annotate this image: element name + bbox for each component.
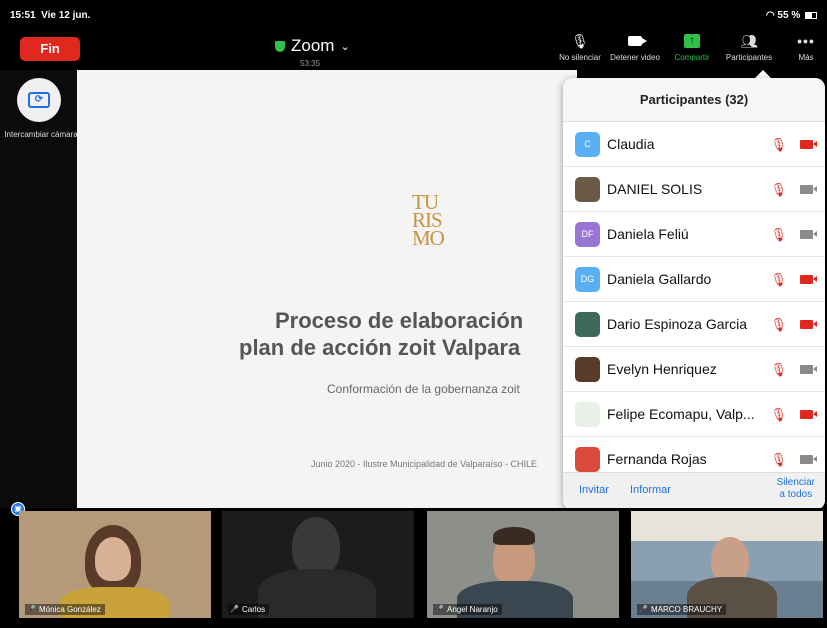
status-bar: 15:51 Vie 12 jun. ◠ 55 %	[0, 0, 827, 26]
slide-footer: Junio 2020 - Ilustre Municipalidad de Va…	[311, 459, 537, 469]
participants-list[interactable]: C Claudia 🎙︎ DANIEL SOLIS 🎙︎ DF Daniela Feliú 🎙…	[563, 122, 825, 472]
participant-row[interactable]: C Claudia 🎙︎	[563, 122, 825, 167]
video-icon	[800, 455, 817, 464]
participant-row[interactable]: DF Daniela Feliú 🎙︎	[563, 212, 825, 257]
mic-off-icon: 🎙︎	[770, 407, 787, 422]
mic-off-icon: 🎙︎	[770, 182, 787, 197]
participant-name: DANIEL SOLIS	[607, 181, 703, 197]
panel-pointer	[755, 70, 771, 78]
app-title: Zoom	[291, 36, 335, 55]
avatar	[575, 176, 600, 202]
left-sidebar: ⟳ Intercambiar cámara	[0, 70, 78, 508]
avatar	[575, 446, 600, 472]
mic-off-icon: 🎙︎	[770, 272, 787, 287]
camera-icon	[628, 36, 647, 46]
slide-title-line1: Proceso de elaboración	[275, 308, 524, 333]
wifi-icon: ◠	[765, 10, 775, 21]
mic-off-icon: 🎙︎	[770, 452, 787, 467]
video-tile[interactable]: MARCO BRAUCHY	[631, 511, 823, 618]
mute-all-line2: a todos	[779, 489, 813, 500]
status-time: 15:51 Vie 12 jun.	[10, 10, 91, 21]
stop-video-label: Detener video	[610, 53, 660, 62]
mic-off-icon: 🎙︎	[770, 362, 787, 377]
video-icon	[800, 230, 817, 239]
participant-row[interactable]: Fernanda Rojas 🎙︎	[563, 437, 825, 472]
report-button[interactable]: Informar	[630, 484, 671, 496]
more-icon: •••	[797, 33, 815, 49]
swap-camera-label: Intercambiar cámara	[4, 130, 78, 139]
camera-swap-icon: ⟳	[28, 92, 50, 108]
battery-icon	[805, 11, 817, 19]
meeting-toolbar: Fin Zoom ⌄ 53:35 🎙︎ No silenciar Detener…	[0, 26, 827, 70]
participant-name: Felipe Ecomapu, Valp...	[607, 406, 755, 422]
participant-row[interactable]: DANIEL SOLIS 🎙︎	[563, 167, 825, 212]
participant-name: Dario Espinoza Garcia	[607, 316, 748, 332]
participant-name: Fernanda Rojas	[607, 451, 707, 467]
participant-row[interactable]: DG Daniela Gallardo 🎙︎	[563, 257, 825, 302]
participants-panel: Participantes (32) C Claudia 🎙︎ DANIEL SOLI…	[563, 78, 825, 510]
video-tile[interactable]: Angel Naranjo	[427, 511, 619, 618]
tile-name: Mónica González	[25, 604, 105, 615]
meeting-timer: 53:35	[300, 59, 321, 68]
mic-off-icon: 🎙︎	[770, 317, 787, 332]
video-tile[interactable]: Mónica González	[19, 511, 211, 618]
meeting-title-button[interactable]: Zoom ⌄	[275, 36, 350, 56]
mic-off-icon: 🎙︎	[770, 137, 787, 152]
slide-title-line2: plan de acción zoit Valpara	[239, 335, 521, 360]
participant-row[interactable]: Dario Espinoza Garcia 🎙︎	[563, 302, 825, 347]
share-icon: ↑	[684, 34, 700, 48]
tile-name: Carlos	[228, 604, 270, 615]
stop-video-button[interactable]: Detener video	[605, 32, 665, 62]
video-strip: ▣ Mónica González Carlos Angel Naranjo M…	[0, 502, 827, 628]
participant-row[interactable]: Evelyn Henriquez 🎙︎	[563, 347, 825, 392]
video-icon	[800, 365, 817, 374]
unmute-button[interactable]: 🎙︎ No silenciar	[550, 32, 610, 63]
tile-name: MARCO BRAUCHY	[637, 604, 727, 615]
mic-off-icon: 🎙︎	[571, 32, 589, 49]
participant-name: Claudia	[607, 136, 655, 152]
shield-icon	[275, 40, 285, 52]
avatar	[575, 401, 600, 427]
participant-name: Evelyn Henriquez	[607, 361, 717, 377]
participant-name: Daniela Gallardo	[607, 271, 712, 287]
mute-all-line1: Silenciar	[776, 477, 815, 488]
invite-button[interactable]: Invitar	[579, 484, 609, 496]
tile-name: Angel Naranjo	[433, 604, 502, 615]
share-label: Compartir	[674, 53, 710, 62]
participants-header: Participantes (32)	[563, 78, 825, 122]
chevron-down-icon: ⌄	[340, 40, 350, 53]
avatar	[575, 356, 600, 382]
participants-button[interactable]: 👥︎ Participantes	[719, 32, 779, 63]
video-off-icon	[800, 410, 817, 419]
participants-icon: 👥︎	[740, 32, 758, 49]
video-tile[interactable]: Carlos	[222, 511, 414, 618]
slide-title: Proceso de elaboración plan de acción zo…	[239, 307, 524, 361]
battery-label: 55 %	[777, 10, 801, 21]
participant-name: Daniela Feliú	[607, 226, 689, 242]
participants-footer: Invitar Informar Silenciar a todos	[563, 472, 825, 510]
swap-camera-button[interactable]: ⟳	[17, 78, 61, 122]
unmute-label: No silenciar	[559, 53, 601, 62]
avatar: C	[575, 131, 600, 157]
share-button[interactable]: ↑ Compartir	[662, 32, 722, 62]
end-meeting-button[interactable]: Fin	[20, 37, 80, 61]
shared-screen: TU RIS MO Proceso de elaboración plan de…	[77, 70, 577, 508]
participant-row[interactable]: Felipe Ecomapu, Valp... 🎙︎	[563, 392, 825, 437]
turismo-logo: TU RIS MO	[412, 192, 445, 250]
more-button[interactable]: ••• Más	[776, 32, 827, 62]
avatar	[575, 311, 600, 337]
more-label: Más	[798, 53, 814, 62]
video-off-icon	[800, 320, 817, 329]
mute-all-button[interactable]: Silenciar a todos	[777, 477, 815, 501]
video-off-icon	[800, 275, 817, 284]
video-off-icon	[800, 140, 817, 149]
slide-subtitle: Conformación de la gobernanza zoit	[327, 382, 520, 396]
mic-off-icon: 🎙︎	[770, 227, 787, 242]
video-icon	[800, 185, 817, 194]
logo-line: MO	[412, 226, 445, 250]
avatar: DF	[575, 221, 600, 247]
avatar: DG	[575, 266, 600, 292]
participants-label: Participantes	[725, 53, 773, 62]
status-indicators: ◠ 55 %	[766, 10, 817, 21]
